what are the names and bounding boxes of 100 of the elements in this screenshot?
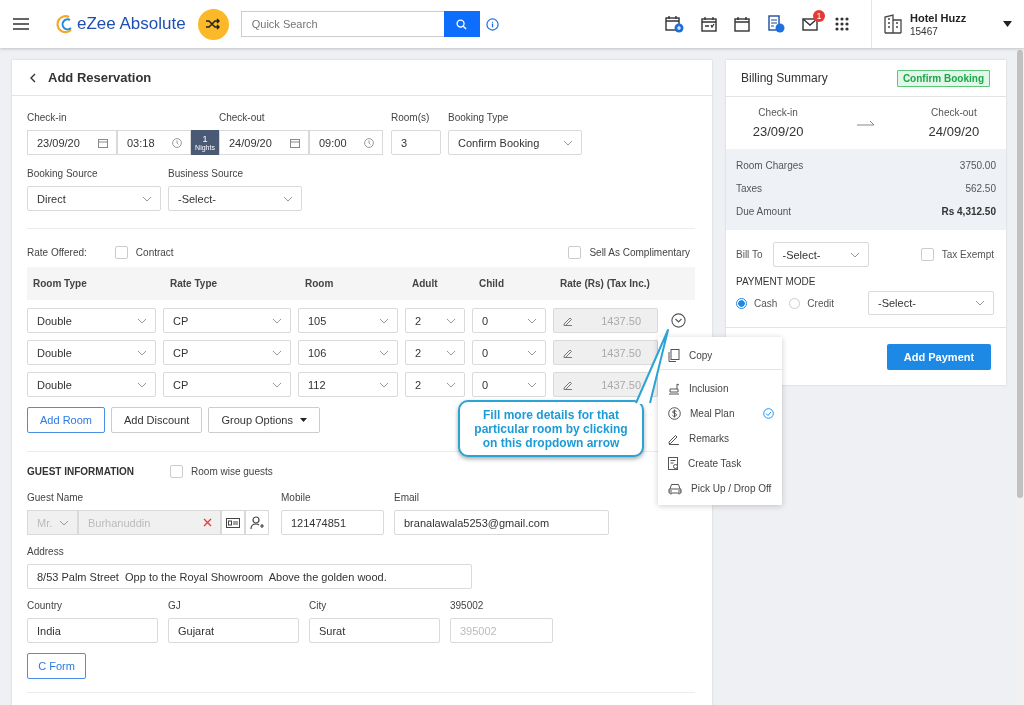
adult-select[interactable]: 2: [405, 340, 465, 365]
field-label: Check-in: [27, 112, 68, 124]
chevron-icon: [379, 349, 389, 356]
field-label: Guest Name: [27, 492, 85, 504]
dropdown-button[interactable]: Group Options: [208, 407, 320, 433]
menu-item[interactable]: Inclusion: [658, 376, 782, 401]
clear-icon[interactable]: [203, 518, 212, 527]
field-label: Country: [27, 600, 63, 612]
menu-item[interactable]: Pick Up / Drop Off: [658, 476, 782, 501]
column-header: Adult: [412, 278, 439, 289]
add-guest-button[interactable]: [245, 510, 269, 535]
page-title: Add Reservation: [48, 70, 152, 85]
menu-icon[interactable]: [13, 18, 29, 30]
column-header: Rate Type: [170, 278, 219, 289]
mail-icon[interactable]: [802, 17, 818, 31]
time-field[interactable]: 09:00: [309, 130, 383, 155]
copy-icon: [668, 348, 680, 362]
time-field[interactable]: 03:18: [117, 130, 191, 155]
search-button[interactable]: [443, 11, 480, 37]
add-payment-button[interactable]: Add Payment: [887, 343, 991, 370]
action-button[interactable]: Add Room: [27, 407, 105, 433]
checkbox-label: Room wise guests: [191, 466, 273, 477]
chevron-icon: [527, 317, 537, 324]
room-select[interactable]: 105: [298, 308, 398, 333]
caret-icon[interactable]: [1003, 21, 1012, 27]
checkbox[interactable]: [920, 248, 934, 261]
checkbox[interactable]: [568, 245, 582, 259]
date-field[interactable]: 24/09/20: [219, 130, 309, 155]
person-add-icon: [250, 515, 264, 530]
info-icon[interactable]: [485, 17, 499, 31]
check-circle-icon: [763, 408, 774, 419]
shuffle-button[interactable]: [197, 8, 229, 40]
caret-icon: [299, 418, 307, 422]
hotel-code: 15467: [910, 25, 939, 37]
room-type-select[interactable]: Double: [27, 372, 156, 397]
apps-grid-icon[interactable]: [835, 17, 849, 31]
radio-button[interactable]: [736, 297, 747, 309]
room-select[interactable]: 112: [298, 372, 398, 397]
field-label: GJ: [168, 600, 182, 612]
search-field[interactable]: Quick Search: [240, 11, 444, 37]
calendar-icon: [290, 137, 300, 148]
panel-title: Billing Summary: [741, 71, 828, 85]
room-type-select[interactable]: Double: [27, 340, 156, 365]
column-header: Rate (Rs) (Tax Inc.): [560, 278, 651, 289]
child-select[interactable]: 0: [472, 308, 546, 333]
menu-item[interactable]: Meal Plan: [658, 401, 782, 426]
rooms-field[interactable]: 3: [391, 130, 441, 155]
child-select[interactable]: 0: [472, 372, 546, 397]
checkbox-label: Tax Exempt: [941, 249, 994, 260]
rate-type-select[interactable]: CP: [163, 308, 291, 333]
chevron-icon: [379, 317, 389, 324]
chevron-icon: [272, 317, 282, 324]
calendar-add-icon[interactable]: [665, 15, 684, 33]
checkbox-label: Sell As Complimentary: [589, 246, 690, 258]
column-header: Room Type: [33, 278, 88, 289]
source-select[interactable]: -Select-: [168, 186, 302, 211]
chevron-icon: [272, 381, 282, 388]
room-type-select[interactable]: Double: [27, 308, 156, 333]
rate-type-select[interactable]: CP: [163, 340, 291, 365]
chevron-icon: [446, 381, 456, 388]
field-label: Mobile: [281, 492, 312, 504]
chevron-circle-icon[interactable]: [671, 313, 686, 328]
calendar-icon[interactable]: [734, 16, 750, 32]
id-card-button[interactable]: [221, 510, 245, 535]
chevron-icon: [527, 349, 537, 356]
chevron-icon: [283, 195, 293, 202]
room-select[interactable]: 106: [298, 340, 398, 365]
charge-value: 562.50: [965, 183, 996, 194]
calendar-check-icon[interactable]: [701, 16, 717, 32]
rate-type-select[interactable]: CP: [163, 372, 291, 397]
chevron-icon: [849, 251, 860, 258]
menu-item[interactable]: Remarks: [658, 426, 782, 451]
date-value: 23/09/20: [752, 124, 804, 139]
building-icon: [884, 14, 902, 34]
payment-select[interactable]: -Select-: [868, 291, 994, 315]
booking-type-select[interactable]: Confirm Booking: [448, 130, 582, 155]
column-header: Room: [305, 278, 335, 289]
hotel-name: Hotel Huzz: [910, 11, 968, 24]
adult-select[interactable]: 2: [405, 372, 465, 397]
menu-item[interactable]: Create Task: [658, 451, 782, 476]
charge-label: Due Amount: [736, 206, 792, 217]
pencil-icon: [563, 379, 573, 390]
source-select[interactable]: Direct: [27, 186, 161, 211]
field-label: Room(s): [391, 112, 431, 124]
tray-icon: [668, 382, 680, 395]
date-field[interactable]: 23/09/20: [27, 130, 117, 155]
checkbox[interactable]: [114, 245, 128, 259]
bill-to-select[interactable]: -Select-: [772, 242, 869, 267]
car-icon: [668, 482, 682, 495]
dollar-icon: [668, 407, 681, 420]
date-label: Check-out: [931, 107, 977, 118]
bill-icon[interactable]: [767, 15, 785, 33]
adult-select[interactable]: 2: [405, 308, 465, 333]
calendar-icon: [98, 137, 108, 148]
radio-button[interactable]: [789, 297, 801, 309]
child-select[interactable]: 0: [472, 340, 546, 365]
callout-text: Fill more details for that particular room by clicking on this dropdown arrow: [473, 407, 629, 450]
back-icon[interactable]: [29, 72, 36, 83]
action-button[interactable]: Add Discount: [111, 407, 203, 433]
field-label: Booking Source: [27, 168, 99, 180]
